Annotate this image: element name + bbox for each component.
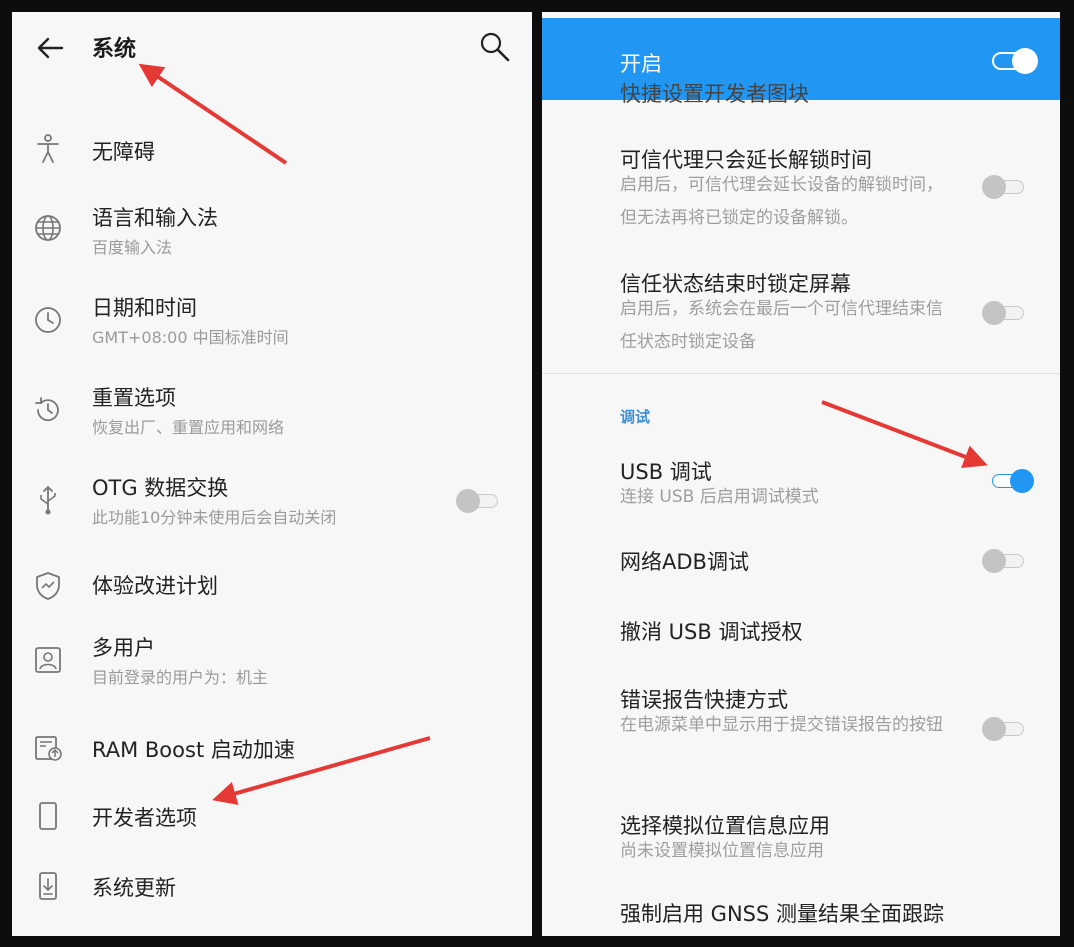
setting-bug-report-shortcut[interactable]: 错误报告快捷方式 在电源菜单中显示用于提交错误报告的按钮 <box>542 680 1060 790</box>
setting-title: 撤消 USB 调试授权 <box>620 620 803 644</box>
section-divider <box>542 373 1060 374</box>
user-icon <box>35 647 61 673</box>
globe-icon <box>35 215 61 241</box>
setting-lock-on-trust-lost[interactable]: 信任状态结束时锁定屏幕 启用后，系统会在最后一个可信代理结束信任状态时锁定设备 <box>542 264 1060 364</box>
trust-agent-switch[interactable] <box>982 174 1026 199</box>
menu-item-subtitle: 百度输入法 <box>92 238 173 257</box>
menu-item-multi-user[interactable]: 多用户 目前登录的用户为：机主 <box>12 630 532 694</box>
bug-report-switch[interactable] <box>982 716 1026 741</box>
menu-item-title: 体验改进计划 <box>92 574 218 598</box>
switch-thumb <box>982 175 1006 199</box>
usb-icon <box>40 485 56 515</box>
setting-network-adb[interactable]: 网络ADB调试 <box>542 536 1060 588</box>
switch-thumb <box>982 549 1006 573</box>
menu-item-system-update[interactable]: 系统更新 <box>12 858 532 918</box>
usb-debugging-switch[interactable] <box>990 468 1034 493</box>
reset-icon <box>35 397 59 422</box>
setting-subtitle: 在电源菜单中显示用于提交错误报告的按钮 <box>620 715 943 735</box>
menu-item-accessibility[interactable]: 无障碍 <box>12 120 532 180</box>
menu-item-subtitle: GMT+08:00 中国标准时间 <box>92 328 289 347</box>
menu-item-subtitle: 目前登录的用户为：机主 <box>92 668 269 687</box>
top-app-bar: 系统 <box>12 12 532 84</box>
system-settings-panel: 系统 无障碍 语言和输入法 百度输入法 日期和时间 GMT+08:00 中国标准… <box>12 12 532 936</box>
back-arrow-icon[interactable] <box>34 32 66 64</box>
menu-item-title: OTG 数据交换 <box>92 476 229 500</box>
master-toggle-switch[interactable] <box>992 48 1038 74</box>
menu-item-subtitle: 此功能10分钟未使用后会自动关闭 <box>92 508 337 527</box>
switch-thumb <box>982 717 1006 741</box>
menu-item-experience-program[interactable]: 体验改进计划 <box>12 558 532 618</box>
shield-icon <box>36 572 60 600</box>
master-toggle-label: 开启 <box>620 52 662 76</box>
developer-options-panel: 开启 快捷设置开发者图块 可信代理只会延长解锁时间 启用后，可信代理会延长设备的… <box>542 12 1060 936</box>
ram-boost-icon <box>35 736 62 761</box>
menu-item-developer-options[interactable]: 开发者选项 <box>12 788 532 848</box>
menu-item-reset-options[interactable]: 重置选项 恢复出厂、重置应用和网络 <box>12 380 532 444</box>
setting-subtitle: 启用后，可信代理会延长设备的解锁时间，但无法再将已锁定的设备解锁。 <box>620 175 943 228</box>
page-title: 系统 <box>92 37 137 62</box>
setting-title: 强制启用 GNSS 测量结果全面跟踪 <box>620 902 944 926</box>
menu-item-title: 重置选项 <box>92 386 176 410</box>
section-label-debugging: 调试 <box>620 408 651 426</box>
setting-title: 网络ADB调试 <box>620 550 749 574</box>
setting-trust-agent-extend-unlock[interactable]: 可信代理只会延长解锁时间 启用后，可信代理会延长设备的解锁时间，但无法再将已锁定… <box>542 138 1060 248</box>
setting-subtitle: 启用后，系统会在最后一个可信代理结束信任状态时锁定设备 <box>620 299 943 352</box>
setting-force-gnss-tracking[interactable]: 强制启用 GNSS 测量结果全面跟踪 <box>542 892 1060 936</box>
phone-icon <box>39 802 57 830</box>
switch-thumb <box>1012 48 1038 74</box>
switch-thumb <box>456 489 480 513</box>
setting-usb-debugging[interactable]: USB 调试 连接 USB 后启用调试模式 <box>542 452 1060 522</box>
menu-item-title: 语言和输入法 <box>92 206 218 230</box>
accessibility-icon <box>37 134 59 163</box>
setting-revoke-usb-auth[interactable]: 撤消 USB 调试授权 <box>542 608 1060 660</box>
partially-hidden-item-title: 快捷设置开发者图块 <box>620 82 809 106</box>
menu-item-date-time[interactable]: 日期和时间 GMT+08:00 中国标准时间 <box>12 290 532 354</box>
lock-on-trust-lost-switch[interactable] <box>982 300 1026 325</box>
network-adb-switch[interactable] <box>982 548 1026 573</box>
setting-subtitle: 连接 USB 后启用调试模式 <box>620 487 819 507</box>
setting-subtitle: 尚未设置模拟位置信息应用 <box>620 841 824 861</box>
switch-thumb <box>982 301 1006 325</box>
menu-item-language-input[interactable]: 语言和输入法 百度输入法 <box>12 200 532 264</box>
menu-item-title: 日期和时间 <box>92 296 197 320</box>
menu-item-title: 开发者选项 <box>92 806 197 830</box>
menu-item-title: 无障碍 <box>92 140 155 164</box>
menu-item-subtitle: 恢复出厂、重置应用和网络 <box>92 418 285 437</box>
menu-item-ram-boost[interactable]: RAM Boost 启动加速 <box>12 720 532 780</box>
otg-switch[interactable] <box>456 488 500 513</box>
menu-item-title: 系统更新 <box>92 876 176 900</box>
menu-item-otg[interactable]: OTG 数据交换 此功能10分钟未使用后会自动关闭 <box>12 470 532 534</box>
menu-item-title: RAM Boost 启动加速 <box>92 738 295 762</box>
menu-item-title: 多用户 <box>92 636 155 660</box>
system-update-icon <box>39 872 57 900</box>
switch-thumb <box>1010 469 1034 493</box>
setting-mock-location-app[interactable]: 选择模拟位置信息应用 尚未设置模拟位置信息应用 <box>542 804 1060 868</box>
clock-icon <box>35 307 61 333</box>
search-icon[interactable] <box>478 30 512 64</box>
